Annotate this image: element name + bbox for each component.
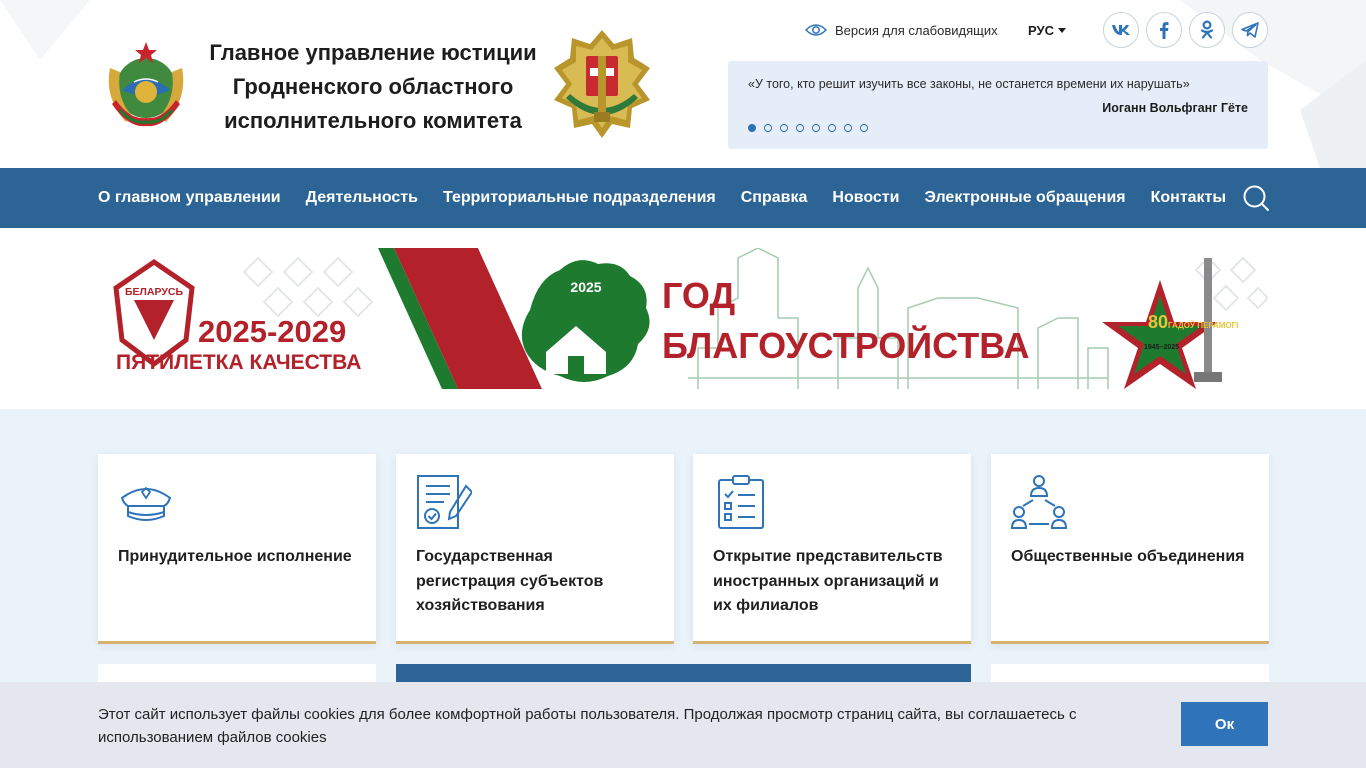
slider-dot-3[interactable] [780,124,788,132]
promo-banner[interactable]: БЕЛАРУСЬ 2025-2029 ПЯТИЛЕТКА КАЧЕСТВА 20… [98,248,1268,389]
card-title: Принудительное исполнение [118,548,352,565]
slider-dot-6[interactable] [828,124,836,132]
telegram-button[interactable] [1232,12,1268,48]
slider-dot-4[interactable] [796,124,804,132]
main-navigation: О главном управлении Деятельность Террит… [0,168,1366,228]
nav-item-activity[interactable]: Деятельность [306,189,418,207]
ministry-badge-icon [554,30,650,138]
vk-button[interactable] [1103,12,1139,48]
banner-map-year: 2025 [570,279,601,295]
odnoklassniki-icon [1200,20,1214,39]
slider-dot-2[interactable] [764,124,772,132]
organization-title-line-2: Гродненского областного [232,74,514,99]
telegram-icon [1241,22,1259,38]
quote-text: «У того, кто решит изучить все законы, н… [748,77,1190,91]
card-forced-execution[interactable]: Принудительное исполнение [98,454,376,644]
banner-section: БЕЛАРУСЬ 2025-2029 ПЯТИЛЕТКА КАЧЕСТВА 20… [0,228,1366,409]
nav-item-contacts[interactable]: Контакты [1151,189,1226,207]
nav-menu: О главном управлении Деятельность Террит… [98,168,1226,228]
chevron-down-icon [1057,27,1066,33]
nav-item-territorial-units[interactable]: Территориальные подразделения [443,189,716,207]
nav-item-news[interactable]: Новости [832,189,899,207]
people-network-icon [1011,475,1067,529]
slider-dot-7[interactable] [844,124,852,132]
state-emblem-icon[interactable] [98,38,194,134]
banner-victory-years: 1945–2025 [1144,344,1179,351]
banner-victory-text: ГАДОЎ ПЕРАМОГІ [1168,321,1238,330]
banner-badge-country: БЕЛАРУСЬ [125,286,183,298]
language-selector-label: РУС [1028,22,1054,38]
language-selector[interactable]: РУС [1028,20,1066,40]
vk-icon [1112,25,1130,35]
organization-title[interactable]: Главное управление юстиции Гродненского … [198,36,548,138]
facebook-icon [1160,22,1169,39]
eye-icon [805,24,827,36]
banner-year-word: ГОД [662,275,735,316]
odnoklassniki-button[interactable] [1189,12,1225,48]
quality-mark-icon [113,258,195,368]
card-foreign-representations[interactable]: Открытие представительств иностранных ор… [693,454,971,644]
nav-item-electronic-appeals[interactable]: Электронные обращения [924,189,1125,207]
accessibility-version-label: Версия для слабовидящих [835,22,998,38]
banner-subtitle: ПЯТИЛЕТКА КАЧЕСТВА [116,351,361,374]
card-title: Открытие представительств иностранных ор… [713,548,943,614]
card-public-associations[interactable]: Общественные объединения [991,454,1269,644]
checklist-icon [718,475,764,529]
card-state-registration[interactable]: Государственная регистрация субъектов хо… [396,454,674,644]
cookie-accept-button[interactable]: Ок [1181,702,1268,746]
slider-pagination [748,124,868,132]
cookie-consent-bar: Этот сайт использует файлы cookies для б… [0,682,1366,768]
slider-dot-5[interactable] [812,124,820,132]
nav-item-reference[interactable]: Справка [741,189,808,207]
accessibility-version-link[interactable]: Версия для слабовидящих [805,20,998,40]
promo-banner-graphic: БЕЛАРУСЬ 2025-2029 ПЯТИЛЕТКА КАЧЕСТВА 20… [113,248,1268,389]
search-icon[interactable] [1242,184,1270,212]
facebook-button[interactable] [1146,12,1182,48]
site-header: Главное управление юстиции Гродненского … [0,0,1366,168]
banner-years: 2025-2029 [198,314,346,349]
quote-author: Иоганн Вольфганг Гёте [1102,101,1248,115]
card-title: Общественные объединения [1011,548,1245,565]
banner-victory-number: 80 [1148,312,1168,332]
nav-item-about[interactable]: О главном управлении [98,189,281,207]
slider-dot-1[interactable] [748,124,756,132]
cookie-consent-text: Этот сайт использует файлы cookies для б… [98,706,1077,746]
organization-title-line-3: исполнительного комитета [224,108,522,133]
banner-year-theme: БЛАГОУСТРОЙСТВА [662,324,1029,366]
organization-title-line-1: Главное управление юстиции [209,40,537,65]
quote-slider: «У того, кто решит изучить все законы, н… [728,61,1268,149]
slider-dot-8[interactable] [860,124,868,132]
card-title: Государственная регистрация субъектов хо… [416,548,604,614]
police-cap-icon [120,486,172,521]
document-sign-icon [417,475,472,529]
